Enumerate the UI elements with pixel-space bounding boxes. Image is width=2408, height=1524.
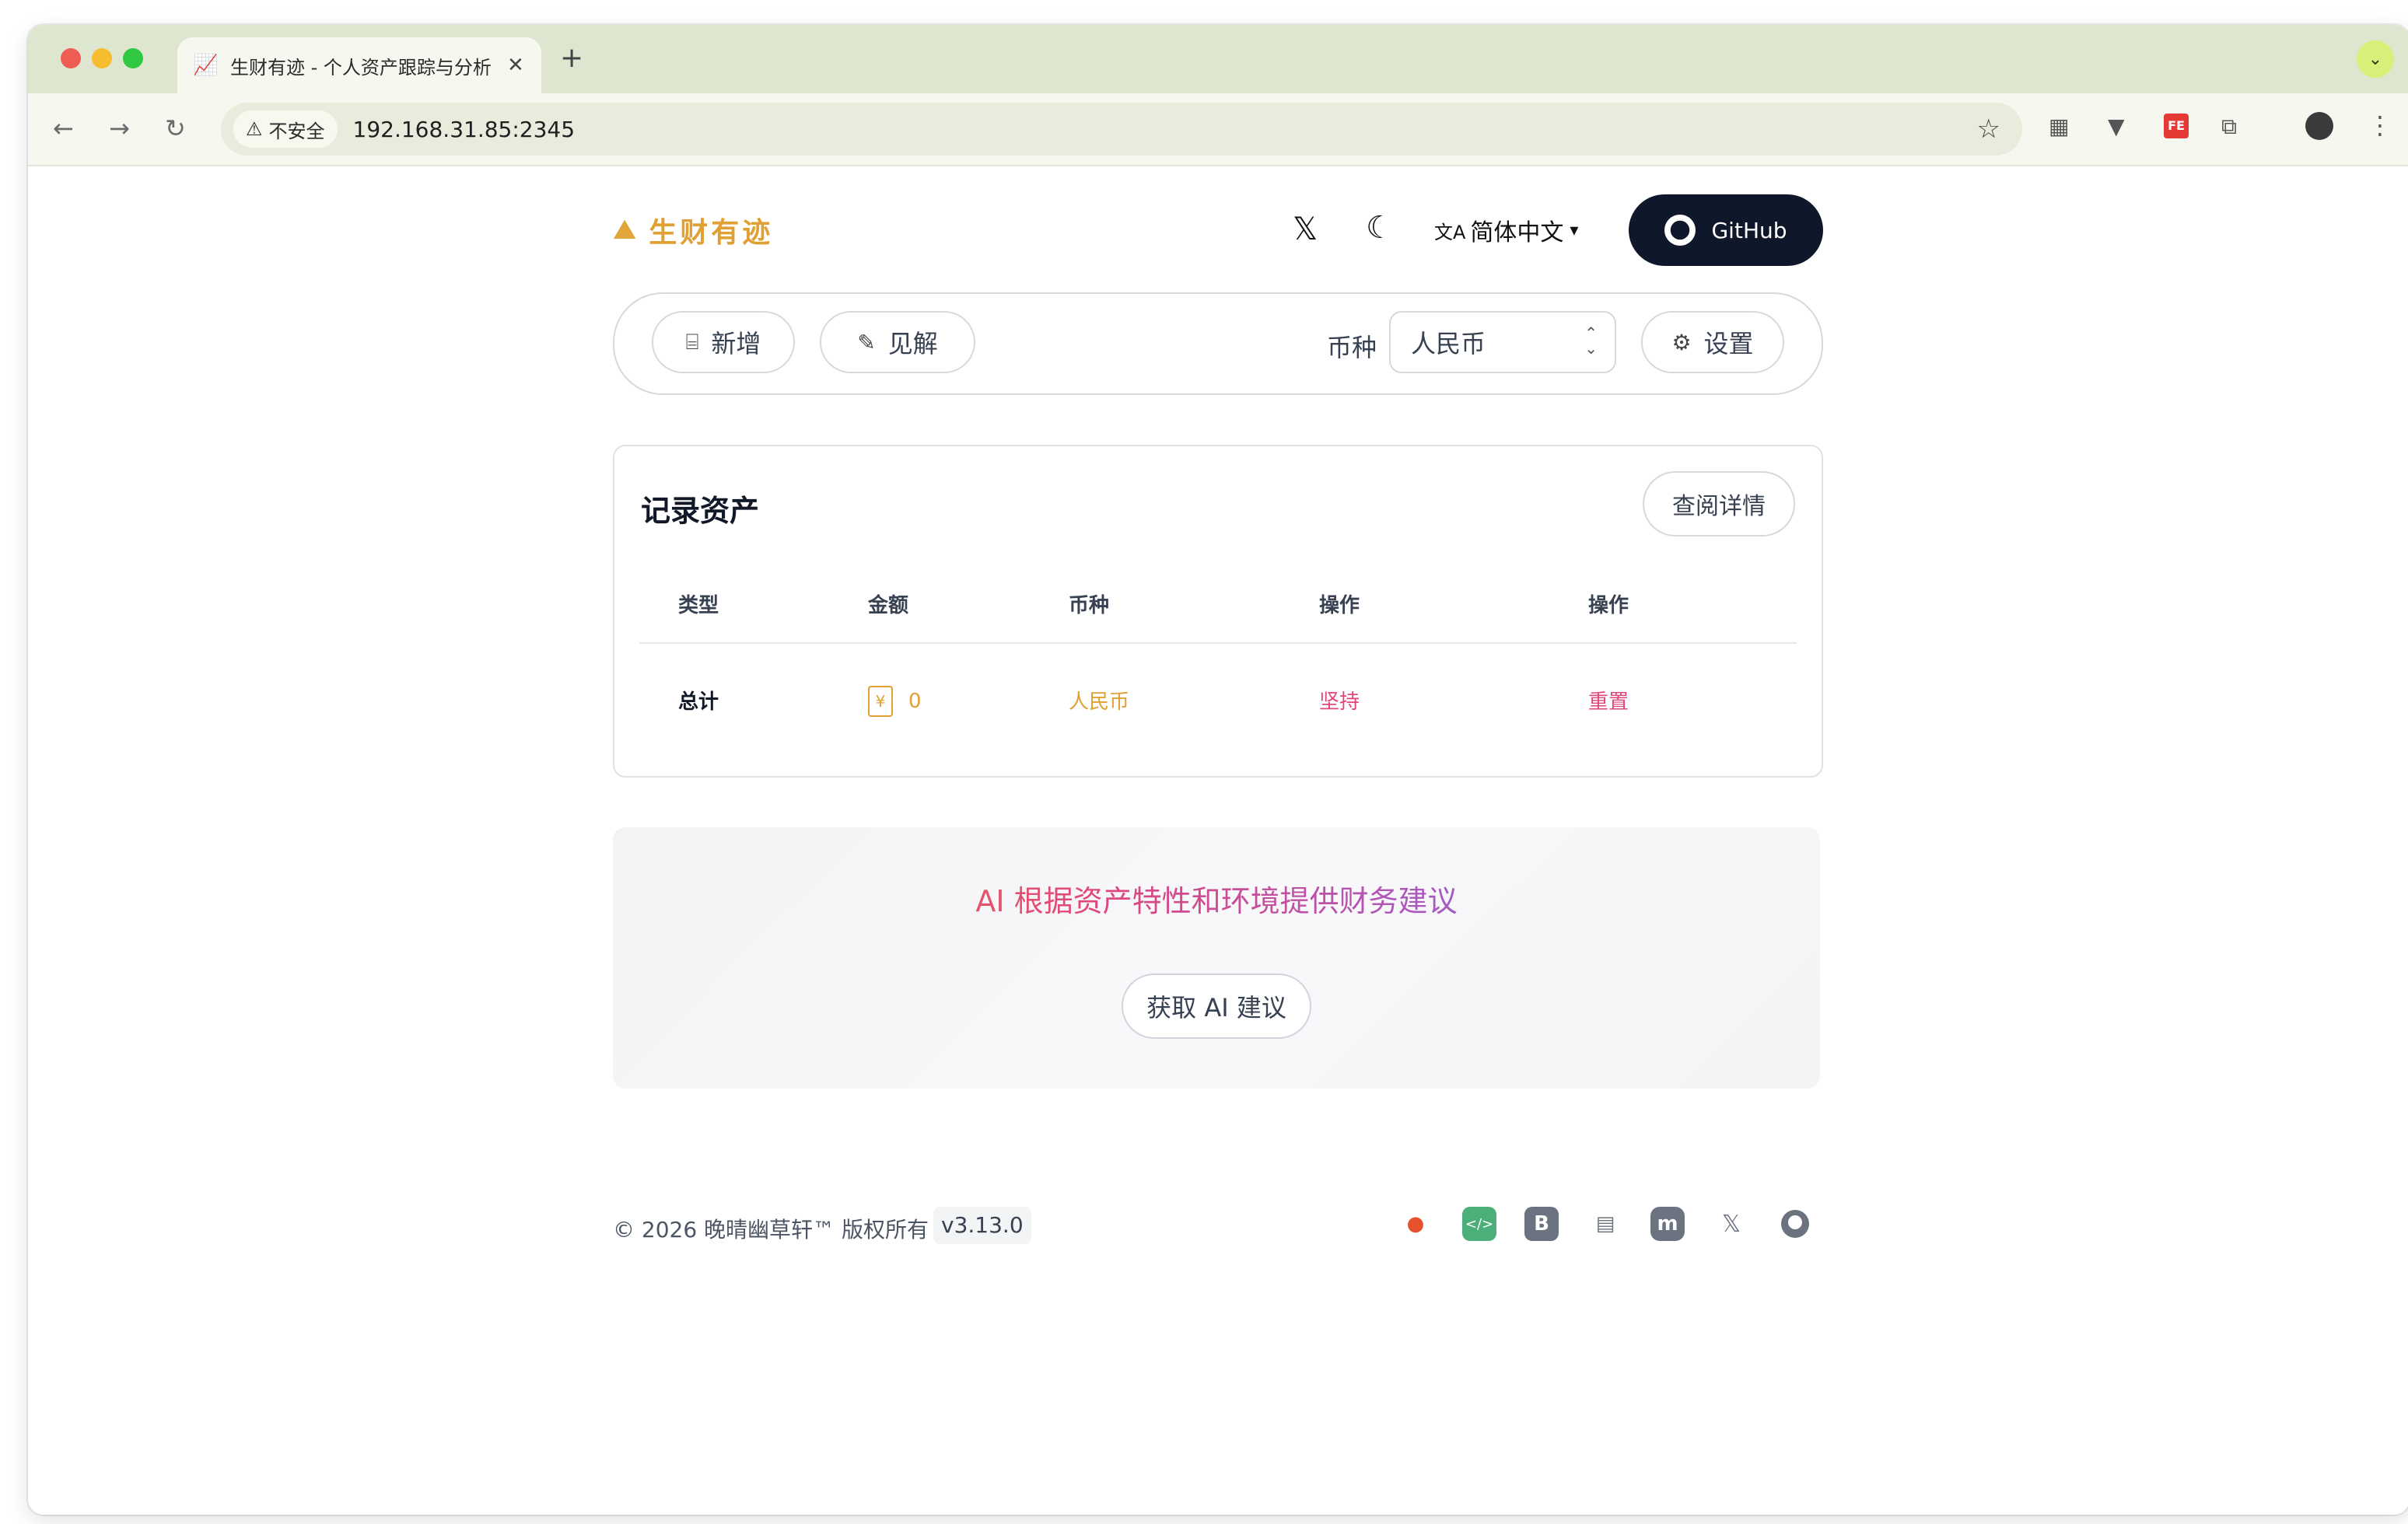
currency-select[interactable]: 人民币 ⌃ ⌄	[1389, 311, 1616, 373]
currency-value: 人民币	[1411, 329, 1486, 358]
insight-label: 见解	[887, 329, 938, 358]
language-selector[interactable]: 文A 简体中文 ▾	[1434, 213, 1578, 247]
extensions-puzzle-icon[interactable]: ⧉	[2221, 114, 2237, 140]
minimize-window-button[interactable]	[92, 48, 112, 68]
tomato-icon[interactable]: ●	[1398, 1207, 1433, 1241]
table-divider	[639, 642, 1797, 644]
chart-favicon-icon: 📈	[193, 54, 219, 77]
page-content: ⛰ 生财有迹 𝕏 ☾ 文A 简体中文 ▾ GitHub ⌸ 新增 ✎ 见解 币种…	[28, 166, 2408, 1515]
settings-label: 设置	[1703, 329, 1754, 358]
github-label: GitHub	[1711, 217, 1787, 243]
github-icon	[1664, 215, 1696, 246]
mastodon-icon[interactable]: m	[1650, 1207, 1685, 1241]
column-header-action: 操作	[1319, 594, 1360, 617]
browser-window: 📈 生财有迹 - 个人资产跟踪与分析 ✕ + ⌄ ← → ↻ ⚠ 不安全 192…	[28, 25, 2408, 1515]
url-text[interactable]: 192.168.31.85:2345	[353, 117, 576, 142]
yen-icon: ¥	[868, 686, 893, 717]
more-menu-icon[interactable]: ⋮	[2368, 110, 2392, 140]
extension-fe-icon[interactable]: FE	[2164, 114, 2189, 138]
close-tab-icon[interactable]: ✕	[507, 54, 524, 77]
tab-search-button[interactable]: ⌄	[2357, 40, 2394, 78]
cell-type: 总计	[678, 690, 719, 714]
amount-value: 0	[908, 690, 922, 713]
translate-icon: 文A	[1434, 221, 1466, 243]
close-window-button[interactable]	[61, 48, 81, 68]
x-icon[interactable]: 𝕏	[1293, 211, 1318, 247]
security-label: 不安全	[268, 120, 325, 142]
logo-text: 生财有迹	[649, 216, 774, 249]
forward-arrow-icon[interactable]: →	[109, 114, 130, 143]
view-details-button[interactable]: 查阅详情	[1643, 471, 1795, 537]
ai-headline: AI 根据资产特性和环境提供财务建议	[613, 877, 1820, 920]
column-header-action: 操作	[1588, 594, 1629, 617]
add-label: 新增	[711, 329, 761, 358]
reset-link[interactable]: 重置	[1588, 686, 1629, 715]
github-icon[interactable]	[1778, 1207, 1812, 1241]
ai-advice-card: AI 根据资产特性和环境提供财务建议 获取 AI 建议	[613, 827, 1820, 1089]
warning-icon: ⚠	[246, 118, 263, 140]
action-toolbar: ⌸ 新增 ✎ 见解 币种 人民币 ⌃ ⌄ ⚙ 设置	[613, 292, 1823, 395]
blogger-icon[interactable]: B	[1524, 1207, 1559, 1241]
camera-plus-icon: ⌸	[685, 329, 699, 355]
bookmark-star-icon[interactable]: ☆	[1977, 114, 2000, 145]
insight-button[interactable]: ✎ 见解	[820, 311, 975, 373]
extension-v-icon[interactable]: ▼	[2108, 114, 2125, 139]
tab-bar: 📈 生财有迹 - 个人资产跟踪与分析 ✕ + ⌄	[28, 25, 2408, 93]
github-button[interactable]: GitHub	[1629, 194, 1823, 266]
browser-toolbar: ← → ↻ ⚠ 不安全 192.168.31.85:2345 ☆ ▦ ▼ FE …	[28, 93, 2408, 166]
currency-label: 币种	[1327, 333, 1377, 362]
maximize-window-button[interactable]	[123, 48, 143, 68]
profile-avatar[interactable]	[2305, 112, 2333, 140]
security-chip[interactable]: ⚠ 不安全	[233, 110, 338, 148]
extension-grid-icon[interactable]: ▦	[2049, 114, 2069, 139]
reload-icon[interactable]: ↻	[165, 114, 186, 143]
keep-link[interactable]: 坚持	[1319, 686, 1360, 715]
cell-currency: 人民币	[1069, 690, 1130, 714]
edit-icon: ✎	[857, 329, 876, 355]
mountain-chart-icon: ⛰	[613, 214, 637, 246]
column-header-type: 类型	[678, 594, 719, 617]
archive-icon[interactable]: ▤	[1588, 1207, 1622, 1241]
tab-title: 生财有迹 - 个人资产跟踪与分析	[230, 56, 492, 79]
site-logo[interactable]: ⛰ 生财有迹	[613, 210, 773, 250]
site-header: ⛰ 生财有迹 𝕏 ☾ 文A 简体中文 ▾ GitHub	[613, 194, 1823, 266]
add-button[interactable]: ⌸ 新增	[652, 311, 795, 373]
get-ai-advice-button[interactable]: 获取 AI 建议	[1122, 973, 1311, 1039]
x-icon[interactable]: 𝕏	[1714, 1207, 1748, 1241]
moon-icon[interactable]: ☾	[1366, 210, 1394, 246]
record-assets-card: 记录资产 查阅详情 类型 金额 币种 操作 操作 总计 ¥ 0 人民币 坚持 重…	[613, 445, 1823, 778]
copyright-text: © 2026 晚晴幽草轩™ 版权所有	[613, 1217, 929, 1243]
browser-tab[interactable]: 📈 生财有迹 - 个人资产跟踪与分析 ✕	[177, 37, 541, 93]
updown-chevron-icon: ⌃ ⌄	[1584, 323, 1598, 358]
new-tab-button[interactable]: +	[560, 42, 583, 74]
address-bar[interactable]: ⚠ 不安全 192.168.31.85:2345 ☆	[221, 103, 2022, 156]
column-header-currency: 币种	[1069, 594, 1110, 617]
chevron-down-icon: ⌄	[2368, 49, 2383, 69]
chevron-down-icon: ▾	[1570, 220, 1579, 240]
site-footer: © 2026 晚晴幽草轩™ 版权所有 v3.13.0 ● </> B ▤ m 𝕏	[613, 1202, 1820, 1249]
column-header-amount: 金额	[868, 594, 909, 617]
version-badge: v3.13.0	[933, 1207, 1031, 1244]
language-label: 简体中文	[1470, 219, 1564, 246]
gear-icon: ⚙	[1671, 329, 1692, 355]
settings-button[interactable]: ⚙ 设置	[1641, 311, 1784, 373]
back-arrow-icon[interactable]: ←	[53, 114, 74, 143]
code-icon[interactable]: </>	[1462, 1207, 1496, 1241]
record-title: 记录资产	[641, 494, 760, 528]
cell-amount: ¥ 0	[868, 686, 922, 717]
